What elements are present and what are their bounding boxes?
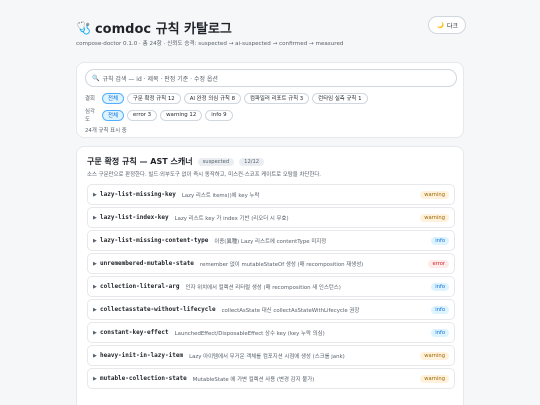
rule-id: lazy-list-missing-content-type: [100, 237, 209, 244]
search-input[interactable]: 🔍 규칙 검색 — id · 제목 · 판정 기준 · 수정 옵션: [85, 69, 457, 87]
tier-filter-label: 결회: [85, 96, 95, 102]
rule-description: MutableState 에 가변 컬렉션 사용 (변경 감지 불가): [192, 376, 315, 383]
rule-description: Lazy 아이템에서 무거운 객체를 컴포지션 시점에 생성 (스크롤 jank…: [189, 353, 345, 360]
caret-right-icon: ▶: [93, 237, 97, 244]
severity-badge: info: [431, 236, 449, 245]
tier-chip-all[interactable]: 전체: [102, 92, 124, 104]
rule-row[interactable]: ▶ lazy-list-index-key Lazy 리스트 key 가 ind…: [87, 207, 455, 228]
severity-badge: info: [431, 305, 449, 314]
severity-filter-row: 심각도 전체 error 3 warning 12 info 9: [85, 109, 233, 123]
severity-badge: error: [428, 259, 449, 268]
caret-right-icon: ▶: [93, 214, 97, 221]
rule-description: collectAsState 대신 collectAsStateWithLife…: [221, 307, 360, 314]
tier-badge: suspected: [197, 157, 235, 166]
section-header: 구문 확정 규칙 — AST 스캐너 suspected 12/12: [87, 156, 265, 167]
page-header: 🩺 comdoc 규칙 카탈로그 compose-doctor 0.1.0 · …: [76, 14, 466, 54]
search-icon: 🔍: [92, 74, 100, 82]
rule-id: collection-literal-arg: [100, 283, 180, 290]
rule-description: Lazy 리스트 key 가 index 기반 (리오더 시 무효): [174, 215, 289, 222]
rule-id: collectasstate-without-lifecycle: [100, 306, 216, 313]
rule-id: mutable-collection-state: [100, 375, 187, 382]
severity-badge: warning: [420, 351, 449, 360]
rule-description: 이종(異種) Lazy 리스트에 contentType 미지정: [214, 238, 327, 245]
page-title: 🩺 comdoc 규칙 카탈로그: [76, 18, 232, 38]
search-placeholder: 규칙 검색 — id · 제목 · 판정 기준 · 수정 옵션: [102, 75, 218, 83]
severity-badge: warning: [420, 190, 449, 199]
rule-row[interactable]: ▶ lazy-list-missing-content-type 이종(異種) …: [87, 230, 455, 251]
severity-badge: warning: [420, 213, 449, 222]
rule-row[interactable]: ▶ mutable-collection-state MutableState …: [87, 368, 455, 389]
page-subtitle: compose-doctor 0.1.0 · 총 24항 · 신뢰도 승격: s…: [76, 41, 344, 47]
rule-row[interactable]: ▶ lazy-list-missing-key Lazy 리스트 items()…: [87, 184, 455, 205]
severity-chip-warning[interactable]: warning 12: [160, 109, 203, 121]
caret-right-icon: ▶: [93, 352, 97, 359]
severity-chip-info[interactable]: info 9: [205, 109, 233, 121]
moon-icon: 🌙: [436, 21, 444, 29]
rule-id: constant-key-effect: [100, 329, 169, 336]
severity-filter-label: 심각도: [85, 109, 95, 123]
section-description: 소스 구문만으로 판정한다. 빌드·외부도구 없이 즉시 동작하고, 미스컨·스…: [87, 172, 321, 178]
tier-chip-syntax[interactable]: 구문 확정 규칙 12: [126, 92, 181, 104]
rule-row[interactable]: ▶ collection-literal-arg 인자 위치에서 컬렉션 리터럴…: [87, 276, 455, 297]
rule-id: unremembered-mutable-state: [100, 260, 194, 267]
rule-id: heavy-init-in-lazy-item: [100, 352, 184, 359]
severity-badge: info: [431, 328, 449, 337]
rule-id: lazy-list-missing-key: [100, 191, 176, 198]
caret-right-icon: ▶: [93, 375, 97, 382]
rule-row[interactable]: ▶ collectasstate-without-lifecycle colle…: [87, 299, 455, 320]
severity-chip-error[interactable]: error 3: [126, 109, 158, 121]
theme-toggle-button[interactable]: 🌙 다크: [428, 16, 466, 34]
section-title: 구문 확정 규칙 — AST 스캐너: [87, 157, 193, 166]
rule-description: Lazy 리스트 items()에 key 누락: [181, 192, 260, 199]
rule-section: 구문 확정 규칙 — AST 스캐너 suspected 12/12 소스 구문…: [76, 146, 464, 405]
tier-chip-compiler[interactable]: 컴파일러 리포트 규칙 3: [244, 92, 310, 104]
severity-chip-all[interactable]: 전체: [102, 109, 124, 121]
caret-right-icon: ▶: [93, 260, 97, 267]
rule-row[interactable]: ▶ constant-key-effect LaunchedEffect/Dis…: [87, 322, 455, 343]
rule-description: remember 없이 mutableStateOf 생성 (매 recompo…: [199, 261, 364, 268]
caret-right-icon: ▶: [93, 329, 97, 336]
severity-badge: warning: [420, 374, 449, 383]
caret-right-icon: ▶: [93, 306, 97, 313]
severity-badge: info: [431, 282, 449, 291]
filter-panel: 🔍 규칙 검색 — id · 제목 · 판정 기준 · 수정 옵션 결회 전체 …: [76, 62, 464, 138]
stethoscope-icon: 🩺: [76, 20, 91, 35]
tier-chip-ai[interactable]: AI 완정 의심 규칙 8: [183, 92, 242, 104]
caret-right-icon: ▶: [93, 191, 97, 198]
rule-description: 인자 위치에서 컬렉션 리터럴 생성 (매 recomposition 새 인스…: [185, 284, 341, 291]
theme-toggle-label: 다크: [446, 22, 458, 30]
tier-filter-row: 결회 전체 구문 확정 규칙 12 AI 완정 의심 규칙 8 컴파일러 리포트…: [85, 92, 368, 104]
rule-description: LaunchedEffect/DisposableEffect 상수 key (…: [174, 330, 325, 337]
tier-chip-runtime[interactable]: 런타임 실측 규칙 1: [312, 92, 368, 104]
rule-count-text: 24개 규칙 표시 중: [85, 128, 127, 134]
rule-id: lazy-list-index-key: [100, 214, 169, 221]
page-title-text: comdoc 규칙 카탈로그: [94, 22, 232, 37]
rule-row[interactable]: ▶ unremembered-mutable-state remember 없이…: [87, 253, 455, 274]
count-badge: 12/12: [239, 157, 265, 166]
rule-row[interactable]: ▶ heavy-init-in-lazy-item Lazy 아이템에서 무거운…: [87, 345, 455, 366]
caret-right-icon: ▶: [93, 283, 97, 290]
